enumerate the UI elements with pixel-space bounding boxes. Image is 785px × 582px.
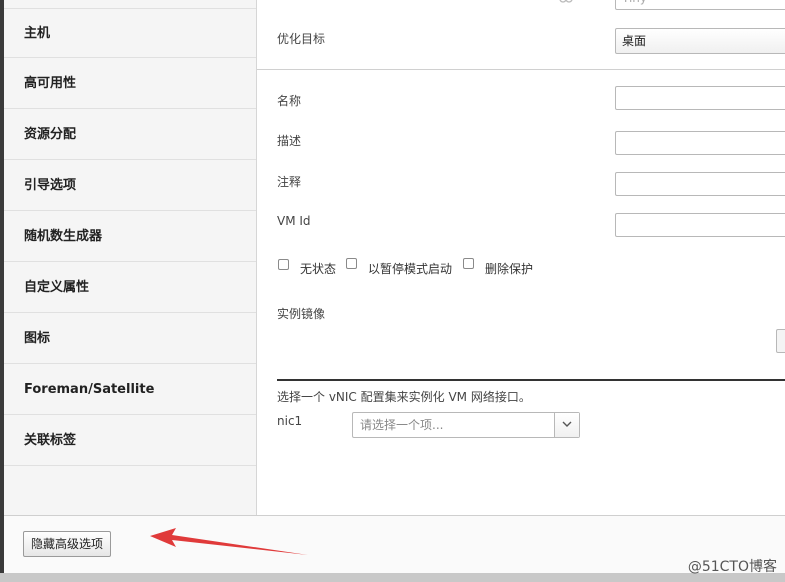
delete-protection-checkbox[interactable]	[463, 258, 474, 269]
sidebar-item-affinity-labels[interactable]: 关联标签	[4, 416, 256, 466]
nic1-label: nic1	[277, 414, 303, 428]
link-icon	[559, 0, 573, 3]
stateless-label: 无状态	[300, 262, 337, 276]
sidebar-item-random-generator[interactable]: 随机数生成器	[4, 212, 256, 262]
sidebar-item-resource-allocation[interactable]: 资源分配	[4, 110, 256, 160]
advanced-sidebar: 主机 高可用性 资源分配 引导选项 随机数生成器 自定义属性 图标 Forema…	[4, 0, 257, 515]
description-label: 描述	[277, 134, 302, 148]
watermark: @51CTO博客	[687, 559, 777, 575]
comment-label: 注释	[277, 175, 302, 189]
instance-type-select[interactable]: Tiny	[615, 0, 785, 10]
optimize-select[interactable]: 桌面	[615, 28, 785, 54]
bottom-bar	[0, 573, 785, 582]
general-form: Tiny 优化目标 桌面 名称 描述 注释 VM Id 无状态 以暂停模式启动 …	[257, 0, 785, 515]
nic1-profile-select[interactable]: 请选择一个项...	[352, 412, 580, 438]
delete-protection-label: 删除保护	[485, 262, 534, 276]
vm-id-label: VM Id	[277, 214, 311, 228]
annotation-arrow-icon	[150, 528, 308, 555]
section-divider	[257, 69, 785, 70]
instance-image-button[interactable]	[776, 329, 785, 353]
optimize-label: 优化目标	[277, 32, 326, 46]
nic1-placeholder: 请选择一个项...	[360, 418, 444, 432]
sidebar-item-boot-options[interactable]: 引导选项	[4, 161, 256, 211]
sidebar-item-high-availability[interactable]: 高可用性	[4, 59, 256, 109]
start-paused-checkbox[interactable]	[346, 258, 357, 269]
name-input[interactable]	[615, 86, 785, 110]
comment-input[interactable]	[615, 172, 785, 196]
nic1-dropdown-button[interactable]	[554, 413, 579, 437]
vnic-description: 选择一个 vNIC 配置集来实例化 VM 网络接口。	[277, 390, 531, 404]
start-paused-label: 以暂停模式启动	[368, 262, 453, 276]
sidebar-item-icon[interactable]: 图标	[4, 314, 256, 364]
sidebar-item-host[interactable]: 主机	[4, 8, 256, 58]
instance-image-label: 实例镜像	[277, 307, 326, 321]
name-label: 名称	[277, 94, 302, 108]
sidebar-item-custom-properties[interactable]: 自定义属性	[4, 263, 256, 313]
chevron-down-icon	[562, 421, 572, 427]
stateless-checkbox[interactable]	[278, 259, 289, 270]
vm-id-input[interactable]	[615, 213, 785, 237]
vnic-section-divider	[277, 379, 785, 381]
hide-advanced-options-button[interactable]: 隐藏高级选项	[23, 531, 112, 557]
dialog-footer: 隐藏高级选项	[4, 515, 785, 574]
description-input[interactable]	[615, 131, 785, 155]
sidebar-item-foreman-satellite[interactable]: Foreman/Satellite	[4, 365, 256, 415]
